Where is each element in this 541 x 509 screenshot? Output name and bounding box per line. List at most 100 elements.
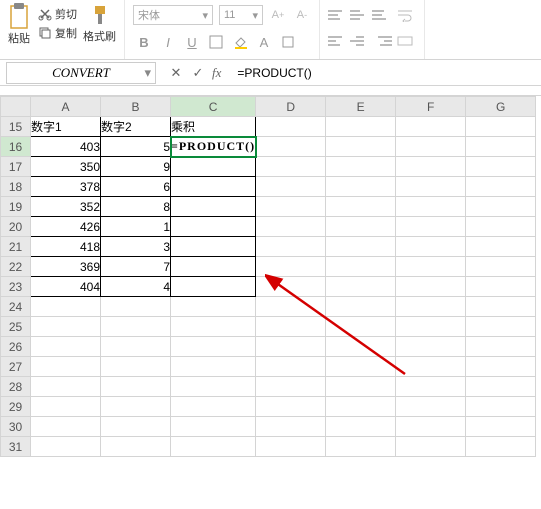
cell-A16[interactable]: 403 (31, 137, 101, 157)
col-head-A[interactable]: A (31, 97, 101, 117)
borders-button[interactable] (205, 31, 227, 53)
cell-F31[interactable] (396, 437, 466, 457)
row-head-31[interactable]: 31 (1, 437, 31, 457)
row-head-16[interactable]: 16 (1, 137, 31, 157)
cell-A21[interactable]: 418 (31, 237, 101, 257)
cell-D29[interactable] (256, 397, 326, 417)
cell-C26[interactable] (171, 337, 256, 357)
cell-E29[interactable] (326, 397, 396, 417)
cell-B19[interactable]: 8 (101, 197, 171, 217)
paste-button[interactable]: 粘贴 (8, 2, 30, 46)
cell-C23[interactable] (171, 277, 256, 297)
cell-C21[interactable] (171, 237, 256, 257)
cell-B26[interactable] (101, 337, 171, 357)
cell-G18[interactable] (466, 177, 536, 197)
cell-C28[interactable] (171, 377, 256, 397)
cell-A23[interactable]: 404 (31, 277, 101, 297)
cell-C16[interactable]: =PRODUCT() (171, 137, 256, 157)
cell-G25[interactable] (466, 317, 536, 337)
cell-B24[interactable] (101, 297, 171, 317)
cell-A29[interactable] (31, 397, 101, 417)
increase-font-button[interactable]: A+ (269, 6, 287, 24)
cell-G23[interactable] (466, 277, 536, 297)
cell-B28[interactable] (101, 377, 171, 397)
cell-A25[interactable] (31, 317, 101, 337)
cell-C25[interactable] (171, 317, 256, 337)
cell-G22[interactable] (466, 257, 536, 277)
cell-G17[interactable] (466, 157, 536, 177)
cell-D24[interactable] (256, 297, 326, 317)
cell-B15[interactable]: 数字2 (101, 117, 171, 137)
cell-C17[interactable] (171, 157, 256, 177)
cell-C20[interactable] (171, 217, 256, 237)
cancel-formula-button[interactable]: ✕ (168, 65, 184, 81)
align-bottom-button[interactable] (372, 6, 392, 24)
col-head-G[interactable]: G (466, 97, 536, 117)
cell-E30[interactable] (326, 417, 396, 437)
cell-A18[interactable]: 378 (31, 177, 101, 197)
decrease-font-button[interactable]: A- (293, 6, 311, 24)
cell-D16[interactable] (256, 137, 326, 157)
cell-E20[interactable] (326, 217, 396, 237)
row-head-17[interactable]: 17 (1, 157, 31, 177)
cell-B25[interactable] (101, 317, 171, 337)
row-head-15[interactable]: 15 (1, 117, 31, 137)
row-head-26[interactable]: 26 (1, 337, 31, 357)
italic-button[interactable]: I (157, 31, 179, 53)
cell-B17[interactable]: 9 (101, 157, 171, 177)
cell-F21[interactable] (396, 237, 466, 257)
cell-C18[interactable] (171, 177, 256, 197)
cell-D19[interactable] (256, 197, 326, 217)
cell-D17[interactable] (256, 157, 326, 177)
cell-G30[interactable] (466, 417, 536, 437)
spreadsheet-grid[interactable]: ABCDEFG15数字1数字2乘积164035=PRODUCT()1735091… (0, 96, 541, 457)
cell-E27[interactable] (326, 357, 396, 377)
cell-F23[interactable] (396, 277, 466, 297)
col-head-F[interactable]: F (396, 97, 466, 117)
cell-D20[interactable] (256, 217, 326, 237)
wrap-text-button[interactable] (394, 4, 416, 26)
cell-G19[interactable] (466, 197, 536, 217)
cell-C24[interactable] (171, 297, 256, 317)
cell-D31[interactable] (256, 437, 326, 457)
align-center-button[interactable] (350, 32, 370, 50)
cell-C27[interactable] (171, 357, 256, 377)
cell-B29[interactable] (101, 397, 171, 417)
cell-A26[interactable] (31, 337, 101, 357)
accept-formula-button[interactable]: ✓ (190, 65, 206, 81)
cell-D27[interactable] (256, 357, 326, 377)
row-head-19[interactable]: 19 (1, 197, 31, 217)
align-middle-button[interactable] (350, 6, 370, 24)
cell-G29[interactable] (466, 397, 536, 417)
row-head-22[interactable]: 22 (1, 257, 31, 277)
fx-label[interactable]: fx (212, 65, 221, 81)
row-head-21[interactable]: 21 (1, 237, 31, 257)
cell-E15[interactable] (326, 117, 396, 137)
align-right-button[interactable] (372, 32, 392, 50)
fill-color-button[interactable] (229, 31, 251, 53)
copy-button[interactable]: 复制 (38, 25, 77, 41)
row-head-30[interactable]: 30 (1, 417, 31, 437)
cell-B23[interactable]: 4 (101, 277, 171, 297)
cell-D23[interactable] (256, 277, 326, 297)
cell-E19[interactable] (326, 197, 396, 217)
cell-A31[interactable] (31, 437, 101, 457)
bold-button[interactable]: B (133, 31, 155, 53)
cell-B18[interactable]: 6 (101, 177, 171, 197)
merge-button[interactable] (394, 30, 416, 52)
cell-G28[interactable] (466, 377, 536, 397)
cell-F17[interactable] (396, 157, 466, 177)
cell-A22[interactable]: 369 (31, 257, 101, 277)
cell-D21[interactable] (256, 237, 326, 257)
row-head-24[interactable]: 24 (1, 297, 31, 317)
underline-button[interactable]: U (181, 31, 203, 53)
cell-G20[interactable] (466, 217, 536, 237)
cell-B27[interactable] (101, 357, 171, 377)
cell-F20[interactable] (396, 217, 466, 237)
cell-A24[interactable] (31, 297, 101, 317)
cell-D30[interactable] (256, 417, 326, 437)
align-top-button[interactable] (328, 6, 348, 24)
name-box[interactable]: CONVERT ▾ (6, 62, 156, 84)
cell-F19[interactable] (396, 197, 466, 217)
row-head-29[interactable]: 29 (1, 397, 31, 417)
